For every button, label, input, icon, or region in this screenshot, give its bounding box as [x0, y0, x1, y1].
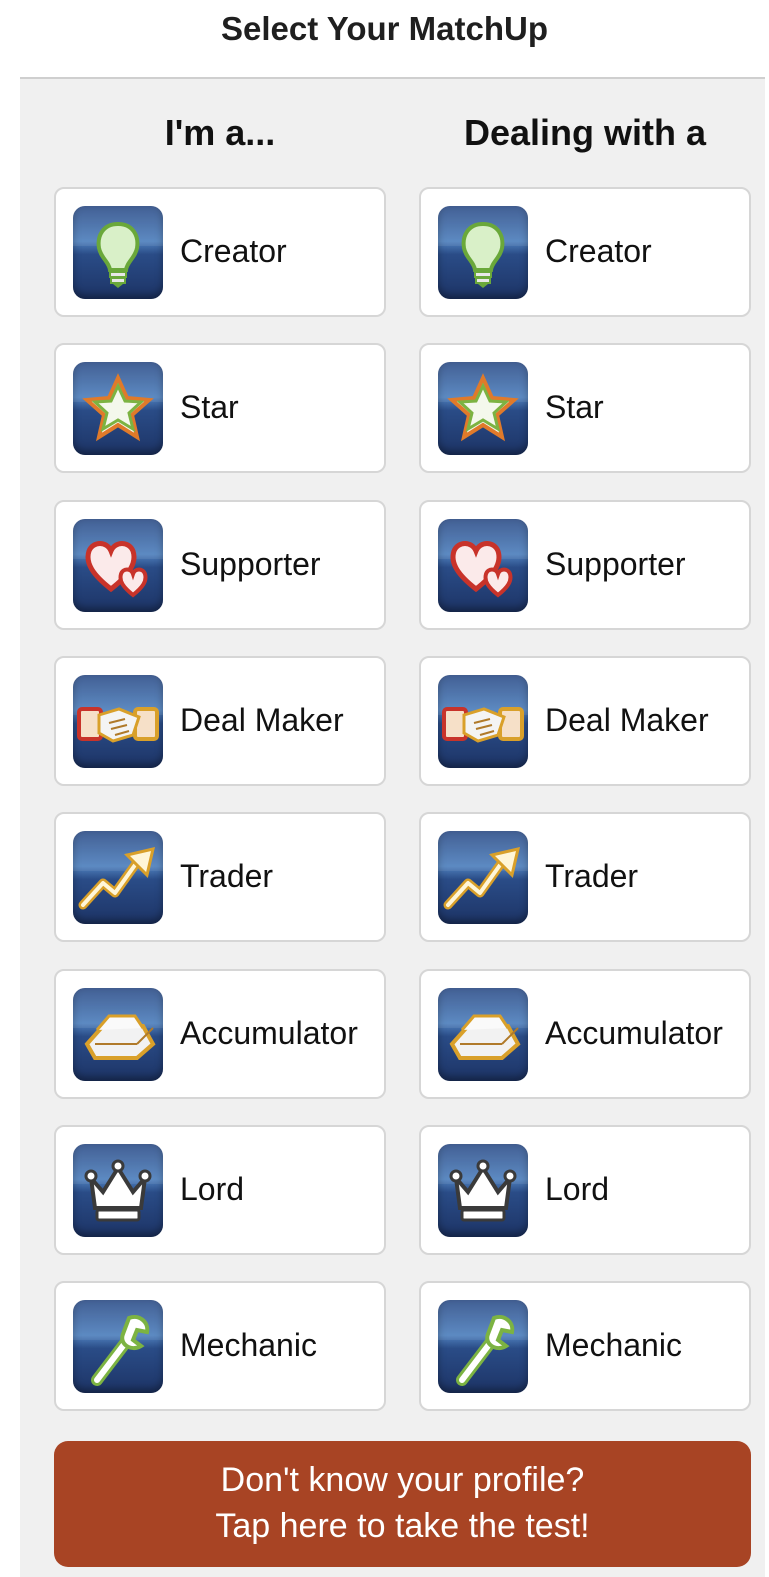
their-profile-card-deal-maker[interactable]: Deal Maker [419, 656, 751, 786]
profile-label: Star [545, 389, 604, 425]
my-profile-card-trader[interactable]: Trader [54, 812, 386, 942]
star-icon [438, 362, 528, 455]
my-profile-heading: I'm a... [164, 112, 276, 153]
gold-bars-icon [438, 988, 528, 1081]
profile-label: Lord [180, 1171, 245, 1207]
take-test-line-1: Don't know your profile? [220, 1461, 585, 1499]
star-icon [73, 362, 163, 455]
lightbulb-icon [438, 206, 528, 299]
crown-icon [73, 1144, 163, 1237]
their-profile-card-lord[interactable]: Lord [419, 1125, 751, 1255]
profile-label: Creator [545, 233, 652, 269]
their-profile-card-supporter[interactable]: Supporter [419, 500, 751, 630]
my-profile-card-lord[interactable]: Lord [54, 1125, 386, 1255]
their-profile-card-accumulator[interactable]: Accumulator [419, 969, 751, 1099]
my-profile-card-star[interactable]: Star [54, 343, 386, 473]
profile-label: Deal Maker [180, 702, 344, 738]
handshake-icon [73, 675, 163, 768]
profile-label: Supporter [545, 546, 686, 582]
profile-label: Lord [545, 1171, 610, 1207]
trend-arrow-icon [438, 831, 528, 924]
their-profile-card-star[interactable]: Star [419, 343, 751, 473]
my-profile-card-mechanic[interactable]: Mechanic [54, 1281, 386, 1411]
their-profile-card-trader[interactable]: Trader [419, 812, 751, 942]
profile-label: Mechanic [545, 1327, 682, 1363]
wrench-icon [73, 1300, 163, 1393]
handshake-icon [438, 675, 528, 768]
profile-label: Accumulator [545, 1015, 723, 1051]
gold-bars-icon [73, 988, 163, 1081]
profile-label: Deal Maker [545, 702, 709, 738]
their-profile-card-mechanic[interactable]: Mechanic [419, 1281, 751, 1411]
profile-label: Star [180, 389, 239, 425]
profile-label: Accumulator [180, 1015, 358, 1051]
crown-icon [438, 1144, 528, 1237]
wrench-icon [438, 1300, 528, 1393]
profile-label: Supporter [180, 546, 321, 582]
hearts-icon [73, 519, 163, 612]
my-profile-card-accumulator[interactable]: Accumulator [54, 969, 386, 1099]
header-bar: Select Your MatchUp [0, 0, 769, 78]
take-test-button[interactable]: Don't know your profile? Tap here to tak… [54, 1441, 751, 1567]
take-test-line-2: Tap here to take the test! [215, 1507, 590, 1545]
profile-label: Mechanic [180, 1327, 317, 1363]
their-profile-heading: Dealing with a [463, 112, 707, 153]
my-profile-card-deal-maker[interactable]: Deal Maker [54, 656, 386, 786]
profile-label: Creator [180, 233, 287, 269]
their-profile-card-creator[interactable]: Creator [419, 187, 751, 317]
my-profile-card-supporter[interactable]: Supporter [54, 500, 386, 630]
page-title: Select Your MatchUp [220, 10, 549, 47]
lightbulb-icon [73, 206, 163, 299]
hearts-icon [438, 519, 528, 612]
my-profile-card-creator[interactable]: Creator [54, 187, 386, 317]
profile-label: Trader [545, 858, 639, 894]
profile-label: Trader [180, 858, 274, 894]
trend-arrow-icon [73, 831, 163, 924]
